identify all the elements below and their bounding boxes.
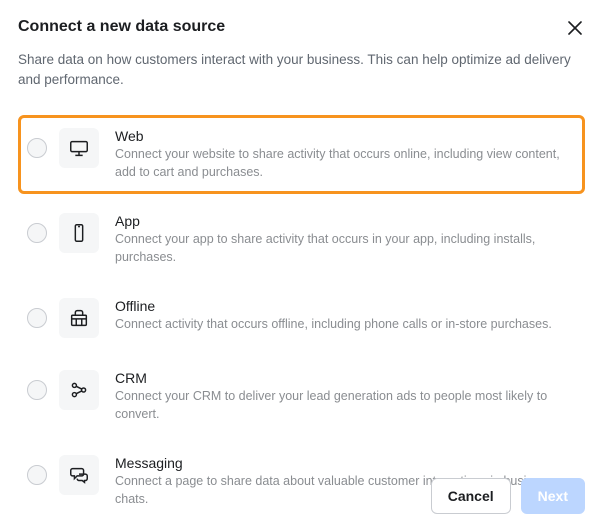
option-desc: Connect your app to share activity that … xyxy=(115,231,572,266)
radio-offline[interactable] xyxy=(27,308,47,328)
dialog-subtitle: Share data on how customers interact wit… xyxy=(18,50,585,89)
radio-web[interactable] xyxy=(27,138,47,158)
option-title: Offline xyxy=(115,298,572,314)
dialog-title: Connect a new data source xyxy=(18,18,225,36)
option-desc: Connect your website to share activity t… xyxy=(115,146,572,181)
close-icon xyxy=(568,21,582,35)
option-desc: Connect your CRM to deliver your lead ge… xyxy=(115,388,572,423)
option-title: App xyxy=(115,213,572,229)
option-desc: Connect activity that occurs offline, in… xyxy=(115,316,572,334)
option-web[interactable]: Web Connect your website to share activi… xyxy=(18,115,585,194)
app-icon xyxy=(59,213,99,253)
option-offline[interactable]: Offline Connect activity that occurs off… xyxy=(18,285,585,351)
dialog-footer: Cancel Next xyxy=(431,478,585,514)
option-crm[interactable]: CRM Connect your CRM to deliver your lea… xyxy=(18,357,585,436)
option-title: CRM xyxy=(115,370,572,386)
cancel-button[interactable]: Cancel xyxy=(431,478,511,514)
radio-app[interactable] xyxy=(27,223,47,243)
next-button[interactable]: Next xyxy=(521,478,585,514)
option-title: Web xyxy=(115,128,572,144)
web-icon xyxy=(59,128,99,168)
option-app[interactable]: App Connect your app to share activity t… xyxy=(18,200,585,279)
crm-icon xyxy=(59,370,99,410)
option-title: Messaging xyxy=(115,455,572,471)
offline-icon xyxy=(59,298,99,338)
options-list: Web Connect your website to share activi… xyxy=(18,115,585,521)
close-button[interactable] xyxy=(565,18,585,38)
messaging-icon xyxy=(59,455,99,495)
radio-crm[interactable] xyxy=(27,380,47,400)
radio-messaging[interactable] xyxy=(27,465,47,485)
